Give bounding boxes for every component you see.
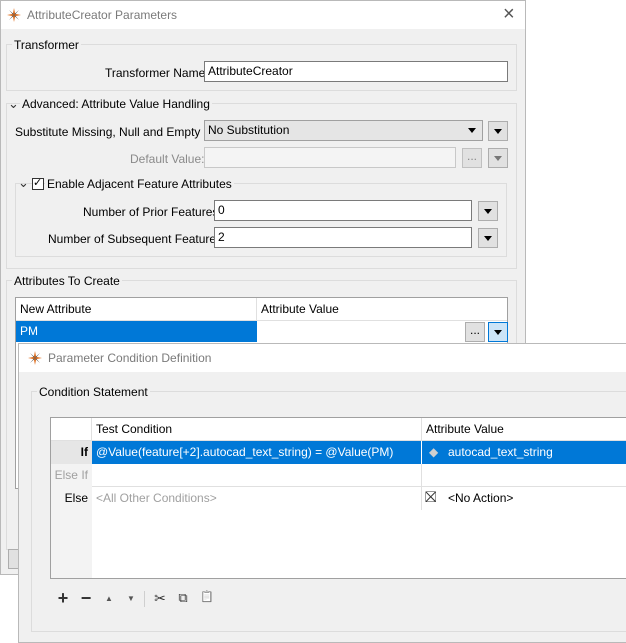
- adjacent-checkbox[interactable]: ✓: [32, 177, 44, 190]
- fme-logo-icon: [28, 351, 42, 365]
- dropdown-arrow-icon: [484, 209, 492, 214]
- close-icon[interactable]: ×: [503, 3, 515, 26]
- attribute-value-icon: ◆: [429, 445, 439, 459]
- row-key-if: If: [51, 441, 92, 464]
- move-down-icon[interactable]: ▼: [123, 594, 139, 603]
- subsequent-features-label: Number of Subsequent Features:: [48, 232, 226, 246]
- dropdown-arrow-icon: [468, 128, 476, 133]
- prior-features-input[interactable]: 0: [214, 200, 472, 221]
- transformer-group-label: Transformer: [12, 38, 81, 52]
- condition-table: Test Condition Attribute Value If @Value…: [50, 417, 626, 579]
- attribute-value-cell[interactable]: ⛝ <No Action>: [422, 487, 626, 510]
- paste-icon[interactable]: 📋: [199, 590, 215, 603]
- transformer-name-label: Transformer Name:: [105, 66, 209, 80]
- row-key-else: Else: [51, 487, 92, 510]
- check-icon: ✓: [33, 177, 43, 189]
- attributes-group-label: Attributes To Create: [12, 274, 122, 288]
- attribute-value-cell[interactable]: [422, 464, 626, 487]
- row-key-column-fill: [51, 510, 92, 578]
- attribute-value-browse-button[interactable]: ...: [465, 322, 485, 342]
- row-key-label: Else If: [54, 468, 88, 482]
- row-key-else-if: Else If: [51, 464, 92, 487]
- substitute-options-button[interactable]: [488, 121, 508, 141]
- no-action-icon: ⛝: [425, 489, 437, 506]
- substitute-select-value: No Substitution: [208, 123, 290, 137]
- copy-icon[interactable]: ⧉: [175, 590, 191, 606]
- prior-features-label: Number of Prior Features:: [83, 205, 222, 219]
- title-bar: Parameter Condition Definition: [19, 344, 626, 372]
- chevron-down-icon[interactable]: ⌄: [8, 96, 19, 112]
- dropdown-arrow-icon: [484, 236, 492, 241]
- condition-statement-label: Condition Statement: [37, 385, 150, 399]
- window-title: AttributeCreator Parameters: [27, 8, 178, 22]
- attribute-value-text: <No Action>: [448, 491, 514, 505]
- table-row[interactable]: PM: [16, 321, 257, 342]
- fme-logo-icon: [7, 8, 21, 22]
- add-icon[interactable]: +: [55, 588, 71, 609]
- dropdown-arrow-icon: [494, 129, 502, 134]
- window-title: Parameter Condition Definition: [48, 351, 212, 365]
- column-header-attribute-value[interactable]: Attribute Value: [257, 298, 507, 321]
- default-value-label: Default Value:: [130, 152, 205, 166]
- substitute-select[interactable]: No Substitution: [204, 120, 483, 141]
- attribute-value-options-button[interactable]: [488, 322, 508, 342]
- prior-features-options-button[interactable]: [478, 201, 498, 221]
- default-value-input[interactable]: [204, 147, 456, 168]
- column-header-new-attribute[interactable]: New Attribute: [16, 298, 257, 321]
- subsequent-features-options-button[interactable]: [478, 228, 498, 248]
- dropdown-arrow-icon: [494, 156, 502, 161]
- default-value-options-button[interactable]: [488, 148, 508, 168]
- row-key-label: If: [80, 445, 88, 459]
- default-value-browse-button[interactable]: ...: [462, 148, 482, 168]
- parameter-condition-definition-window: Parameter Condition Definition Condition…: [18, 343, 626, 643]
- test-condition-text: @Value(feature[+2].autocad_text_string) …: [96, 445, 394, 459]
- chevron-down-icon[interactable]: ⌄: [18, 175, 29, 191]
- subsequent-features-input[interactable]: 2: [214, 227, 472, 248]
- advanced-group-label[interactable]: Advanced: Attribute Value Handling: [20, 97, 212, 111]
- cut-icon[interactable]: ✂: [152, 590, 168, 607]
- title-bar: AttributeCreator Parameters ×: [1, 1, 525, 29]
- transformer-name-input[interactable]: AttributeCreator: [204, 61, 508, 82]
- dropdown-arrow-icon: [494, 330, 502, 335]
- adjacent-checkbox-label[interactable]: Enable Adjacent Feature Attributes: [45, 177, 234, 191]
- column-header-test-condition[interactable]: Test Condition: [92, 418, 422, 441]
- substitute-label: Substitute Missing, Null and Empty by:: [15, 125, 220, 139]
- test-condition-cell[interactable]: [92, 464, 422, 487]
- row-key-header: [51, 418, 92, 441]
- test-condition-cell[interactable]: <All Other Conditions>: [92, 487, 422, 510]
- remove-icon[interactable]: −: [78, 588, 94, 609]
- toolbar-separator: [144, 591, 145, 607]
- new-attribute-cell: PM: [20, 324, 38, 338]
- test-condition-cell[interactable]: @Value(feature[+2].autocad_text_string) …: [92, 441, 422, 464]
- column-header-attribute-value[interactable]: Attribute Value: [422, 418, 626, 441]
- test-condition-text: <All Other Conditions>: [96, 491, 217, 505]
- attribute-value-cell[interactable]: ◆ autocad_text_string: [422, 441, 626, 464]
- row-key-label: Else: [64, 491, 88, 505]
- move-up-icon[interactable]: ▲: [101, 594, 117, 603]
- attribute-value-text: autocad_text_string: [448, 445, 553, 459]
